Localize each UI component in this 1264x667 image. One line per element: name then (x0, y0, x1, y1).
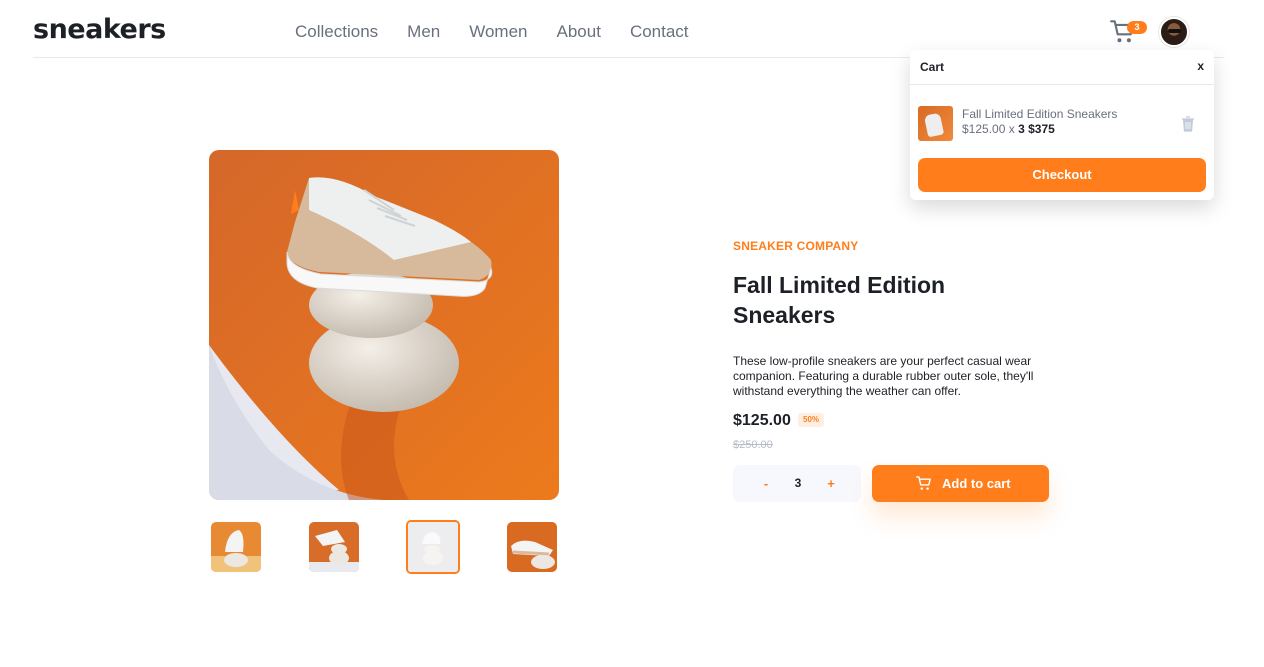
thumbnail-3[interactable] (406, 520, 460, 574)
nav-item-collections[interactable]: Collections (295, 22, 378, 42)
main-nav: Collections Men Women About Contact (295, 22, 689, 42)
cart-item-total: $375 (1028, 122, 1055, 136)
add-to-cart-label: Add to cart (942, 476, 1011, 491)
cart-dropdown: Cart x Fall Limited Edition Sneakers $12… (910, 50, 1214, 200)
quantity-stepper: - 3 + (733, 465, 861, 502)
add-to-cart-button[interactable]: Add to cart (872, 465, 1049, 502)
company-name: SNEAKER COMPANY (733, 239, 859, 253)
close-icon[interactable]: x (1197, 59, 1204, 73)
cart-item-unit-price: $125.00 x (962, 122, 1015, 136)
thumbnail-strip (211, 520, 557, 574)
nav-item-women[interactable]: Women (469, 22, 527, 42)
nav-item-contact[interactable]: Contact (630, 22, 689, 42)
original-price: $250.00 (733, 439, 773, 451)
brand-logo[interactable]: sneakers (33, 14, 166, 46)
cart-title: Cart (920, 60, 945, 74)
cart-count-badge: 3 (1127, 21, 1147, 34)
discount-badge: 50% (798, 413, 825, 427)
thumbnail-4[interactable] (507, 522, 557, 572)
product-photo (209, 150, 559, 500)
trash-icon[interactable] (1181, 116, 1195, 132)
thumbnail-1[interactable] (211, 522, 261, 572)
user-avatar[interactable] (1159, 17, 1189, 47)
product-main-image[interactable] (209, 150, 559, 500)
cart-header: Cart x (910, 50, 1214, 85)
nav-item-men[interactable]: Men (407, 22, 440, 42)
cart-item: Fall Limited Edition Sneakers $125.00 x … (918, 106, 1206, 142)
current-price: $125.00 (733, 412, 791, 429)
cart-item-qty: 3 (1018, 122, 1025, 136)
cart-icon (916, 476, 931, 490)
cart-item-thumbnail (918, 106, 953, 141)
thumbnail-2[interactable] (309, 522, 359, 572)
cart-item-price: $125.00 x 3 $375 (962, 122, 1055, 136)
product-description: These low-profile sneakers are your perf… (733, 354, 1034, 398)
increase-quantity-button[interactable]: + (811, 465, 851, 502)
product-title: Fall Limited Edition Sneakers (733, 272, 946, 328)
cart-item-name: Fall Limited Edition Sneakers (962, 107, 1118, 121)
checkout-button[interactable]: Checkout (918, 158, 1206, 192)
nav-item-about[interactable]: About (557, 22, 601, 42)
